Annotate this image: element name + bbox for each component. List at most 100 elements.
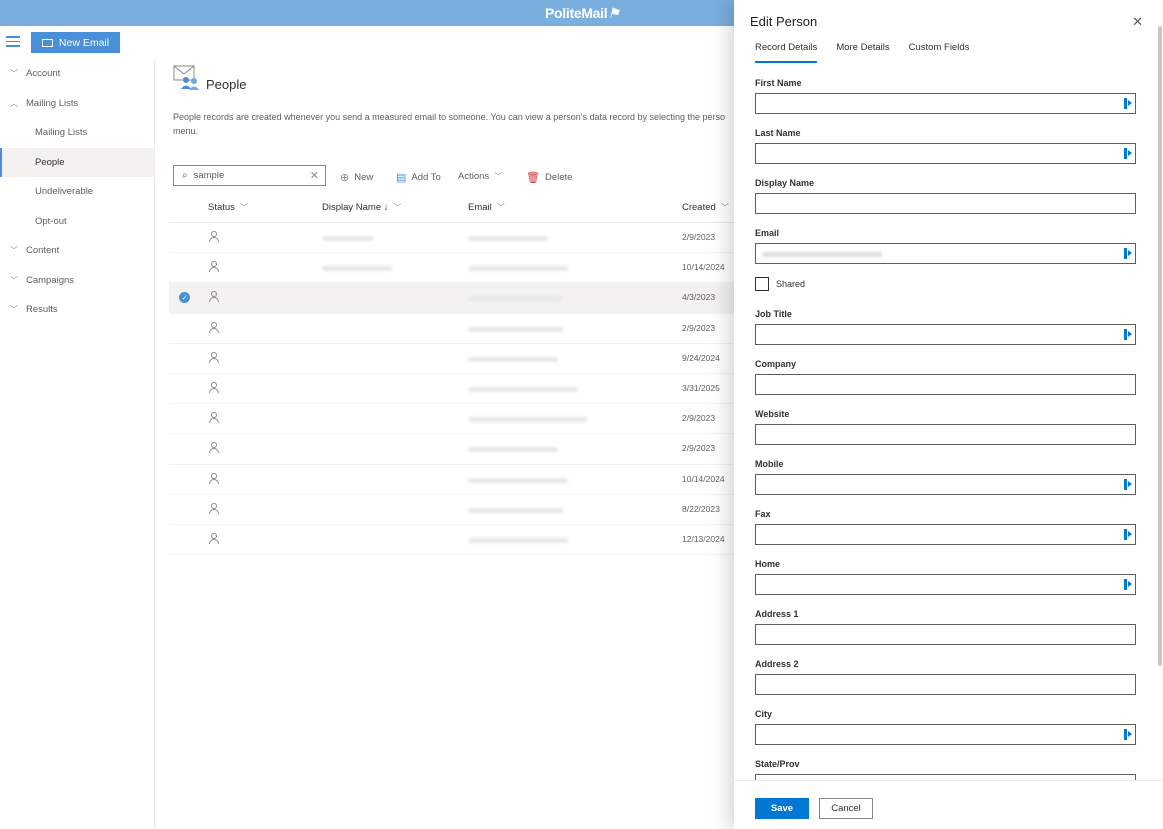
address-1-label: Address 1	[755, 609, 799, 619]
nav-item-content[interactable]: ﹀ Content	[0, 236, 154, 266]
autofill-icon[interactable]	[1124, 529, 1132, 540]
table-row[interactable]: 8/22/2023	[169, 495, 734, 525]
autofill-icon[interactable]	[1124, 329, 1132, 340]
nav-item-campaigns[interactable]: ﹀ Campaigns	[0, 266, 154, 296]
table-row[interactable]: 3/31/2025	[169, 374, 734, 405]
person-icon	[209, 442, 219, 454]
column-display-name-label: Display Name ↓	[322, 202, 389, 213]
table-row[interactable]: 9/24/2024	[169, 344, 734, 374]
autofill-icon[interactable]	[1124, 148, 1132, 159]
column-email[interactable]: Email ﹀	[468, 202, 505, 213]
shared-checkbox-row: Shared	[755, 276, 1136, 307]
address-1-input[interactable]	[755, 624, 1136, 645]
search-box[interactable]: ⌕ sample ✕	[173, 165, 326, 186]
nav-item-label: Campaigns	[26, 274, 75, 286]
column-display-name[interactable]: Display Name ↓ ﹀	[322, 202, 402, 213]
email-redacted	[468, 266, 568, 272]
table-row[interactable]: ✓ 4/3/2023	[169, 283, 734, 314]
created-date: 3/31/2025	[682, 382, 720, 393]
fax-label: Fax	[755, 509, 771, 519]
email-redacted	[468, 417, 588, 423]
table-row[interactable]: 2/9/2023	[169, 434, 734, 465]
checkmark-icon[interactable]: ✓	[179, 292, 190, 304]
table-row[interactable]: 10/14/2024	[169, 465, 734, 495]
add-to-list-icon: ▤	[396, 172, 407, 184]
cancel-button[interactable]: Cancel	[819, 798, 873, 819]
home-input[interactable]	[755, 574, 1136, 595]
column-created[interactable]: Created ﹀	[682, 202, 729, 213]
company-input[interactable]	[755, 374, 1136, 395]
page-title: People	[206, 77, 247, 92]
nav-item-account[interactable]: ﹀ Account	[0, 59, 154, 89]
actions-dropdown[interactable]: Actions ﹀	[458, 171, 502, 182]
table-body: 2/9/2023 10/14/2024 ✓ 4/3/2023 2/9/2023 9/24/…	[169, 223, 734, 556]
mobile-input[interactable]	[755, 474, 1136, 495]
nav-item-mailing-lists[interactable]: Mailing Lists	[0, 118, 154, 148]
autofill-icon[interactable]	[1124, 479, 1132, 490]
flag-icon: ⚑	[607, 5, 620, 21]
hamburger-icon[interactable]	[6, 36, 20, 48]
email-field: Email	[755, 226, 1136, 276]
city-input[interactable]	[755, 724, 1136, 745]
chevron-down-icon: ﹀	[10, 69, 18, 79]
table-row[interactable]: 2/9/2023	[169, 314, 734, 344]
nav-item-results[interactable]: ﹀ Results	[0, 295, 154, 325]
person-icon	[209, 381, 219, 394]
created-date: 4/3/2023	[682, 292, 716, 303]
nav-item-label: Opt-out	[35, 215, 67, 227]
autofill-icon[interactable]	[1124, 579, 1132, 590]
job-title-input[interactable]	[755, 324, 1136, 345]
person-icon	[209, 502, 219, 515]
first-name-label: First Name	[755, 78, 802, 88]
nav-item-undeliverable[interactable]: Undeliverable	[0, 177, 154, 207]
table-row[interactable]: 2/9/2023	[169, 404, 734, 435]
column-status[interactable]: Status ﹀	[208, 202, 248, 213]
shared-checkbox[interactable]	[755, 277, 769, 291]
address-2-input[interactable]	[755, 674, 1136, 695]
delete-button[interactable]: 🗑 Delete	[526, 171, 572, 184]
email-input[interactable]	[755, 243, 1136, 264]
table-row[interactable]: 2/9/2023	[169, 223, 734, 254]
last-name-input[interactable]	[755, 143, 1136, 164]
created-date: 2/9/2023	[682, 443, 716, 454]
first-name-input[interactable]	[755, 93, 1136, 114]
autofill-icon[interactable]	[1124, 729, 1132, 740]
created-date: 2/9/2023	[682, 232, 716, 242]
new-button[interactable]: ⊕ New	[340, 171, 373, 184]
mobile-label: Mobile	[755, 459, 784, 469]
nav-item-opt-out[interactable]: Opt-out	[0, 207, 154, 237]
search-icon: ⌕	[182, 170, 188, 181]
fax-input[interactable]	[755, 524, 1136, 545]
created-date: 10/14/2024	[682, 262, 725, 273]
add-circle-icon: ⊕	[340, 172, 350, 184]
autofill-icon[interactable]	[1124, 98, 1132, 109]
add-to-label: Add To	[411, 172, 441, 183]
email-redacted	[468, 326, 563, 332]
table-row[interactable]: 10/14/2024	[169, 253, 734, 284]
last-name-label: Last Name	[755, 128, 801, 138]
clear-search-icon[interactable]: ✕	[310, 169, 319, 182]
display-name-input[interactable]	[755, 193, 1136, 214]
add-to-button[interactable]: ▤ Add To	[396, 171, 441, 184]
created-date: 8/22/2023	[682, 503, 720, 514]
person-icon	[209, 291, 219, 303]
address-1-field: Address 1	[755, 607, 1136, 657]
tab-custom-fields[interactable]: Custom Fields	[909, 42, 970, 63]
table-row[interactable]: 12/13/2024	[169, 525, 734, 556]
chevron-down-icon: ﹀	[494, 172, 503, 181]
display-name-redacted	[322, 236, 374, 241]
tab-record-details[interactable]: Record Details	[755, 42, 818, 63]
website-field: Website	[755, 407, 1136, 457]
tab-more-details[interactable]: More Details	[836, 42, 889, 63]
panel-scrollbar[interactable]	[1158, 26, 1162, 666]
autofill-icon[interactable]	[1124, 248, 1132, 259]
new-email-button[interactable]: New Email	[31, 32, 120, 53]
brand-name: PoliteMail	[545, 5, 608, 21]
website-label: Website	[755, 409, 790, 419]
search-input[interactable]: sample	[194, 170, 225, 181]
save-button[interactable]: Save	[755, 798, 809, 819]
close-icon[interactable]: ✕	[1132, 14, 1143, 30]
nav-item-people[interactable]: People	[0, 147, 154, 177]
website-input[interactable]	[755, 424, 1136, 445]
nav-item-mailing-lists[interactable]: ︿ Mailing Lists	[0, 89, 154, 119]
